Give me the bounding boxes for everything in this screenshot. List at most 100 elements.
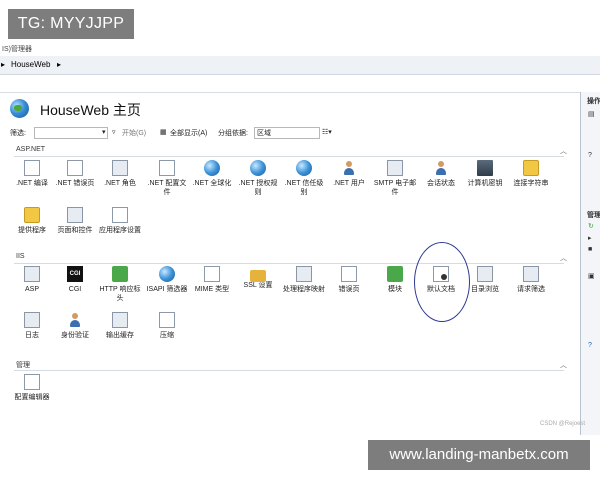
feature-tile-error-page[interactable]: .NET 错误页 [53, 160, 97, 188]
features-view [0, 92, 580, 436]
feature-tile-label: .NET 角色 [104, 180, 136, 187]
authentication-icon [67, 312, 83, 328]
feature-tile-app-settings[interactable]: 应用程序设置 [98, 207, 142, 235]
section-header-aspnet[interactable]: ASP.NET [16, 146, 45, 153]
config-editor-icon [24, 374, 40, 390]
section-header-management[interactable]: 管理 [16, 360, 30, 370]
profile-icon [159, 160, 175, 176]
feature-tile-label: 配置编辑器 [14, 394, 50, 401]
back-arrow-icon[interactable]: ▸ [1, 60, 5, 69]
help-icon[interactable]: ? [588, 152, 592, 159]
feature-tile-isapi[interactable]: ISAPI 筛选器 [145, 266, 189, 294]
feature-tile-smtp[interactable]: SMTP 电子邮件 [373, 160, 417, 197]
breadcrumb-houseweb[interactable]: HouseWeb [11, 60, 50, 69]
pages-controls-icon [67, 207, 83, 223]
breadcrumb-chevron-icon[interactable]: ▸ [57, 60, 61, 69]
feature-tile-mime[interactable]: MIME 类型 [190, 266, 234, 294]
open-feature-icon[interactable]: ▤ [588, 110, 595, 118]
collapse-aspnet-icon[interactable]: ︿ [560, 146, 567, 156]
browse-icon[interactable]: ▣ [588, 272, 595, 280]
feature-tile-users[interactable]: .NET 用户 [327, 160, 371, 188]
session-icon [433, 160, 449, 176]
site-globe-icon [10, 99, 29, 118]
page-title: HouseWeb 主页 [40, 102, 141, 118]
restart-icon[interactable]: ↻ [588, 222, 594, 230]
output-cache-icon [112, 312, 128, 328]
group-by-select[interactable]: 区域 [254, 127, 320, 139]
feature-tile-modules[interactable]: 模块 [373, 266, 417, 294]
collapse-management-icon[interactable]: ︿ [560, 360, 567, 370]
authorization-icon [250, 160, 266, 176]
feature-tile-label: 计算机密钥 [467, 180, 503, 187]
isapi-icon [159, 266, 175, 282]
roles-icon [112, 160, 128, 176]
tg-overlay: TG: MYYJJPP [8, 9, 134, 39]
feature-tile-http-headers[interactable]: HTTP 响应标头 [98, 266, 142, 303]
feature-tile-label: 错误页 [338, 286, 360, 293]
feature-tile-label: 模块 [388, 286, 402, 293]
mime-icon [204, 266, 220, 282]
feature-tile-label: 提供程序 [18, 227, 46, 234]
feature-tile-request-filter[interactable]: 请求筛选 [509, 266, 553, 294]
error-page-icon [67, 160, 83, 176]
collapse-iis-icon[interactable]: ︿ [560, 253, 567, 263]
view-toggle-icon[interactable]: ☷▾ [322, 128, 332, 136]
feature-tile-globe[interactable]: .NET 全球化 [190, 160, 234, 188]
filter-input[interactable] [34, 127, 108, 139]
feature-tile-compression[interactable]: 压缩 [145, 312, 189, 340]
asp-icon [24, 266, 40, 282]
feature-tile-error[interactable]: 错误页 [327, 266, 371, 294]
feature-tile-providers[interactable]: 提供程序 [10, 207, 54, 235]
section-divider [14, 263, 564, 264]
feature-tile-label: 应用程序设置 [99, 227, 141, 234]
filter-dropdown-icon[interactable]: ▾ [102, 128, 106, 136]
feature-tile-machine-key[interactable]: 计算机密钥 [463, 160, 507, 188]
actions-header: 操作 [587, 98, 600, 105]
feature-tile-cgi[interactable]: CGI CGI [53, 266, 97, 294]
feature-tile-label: 页面和控件 [57, 227, 93, 234]
show-all-button[interactable]: 全部显示(A) [170, 128, 207, 138]
feature-tile-handler[interactable]: 处理程序映射 [282, 266, 326, 294]
compression-icon [159, 312, 175, 328]
compile-icon [24, 160, 40, 176]
highlight-circle [414, 242, 470, 322]
feature-tile-label: 输出缓存 [106, 332, 134, 339]
feature-tile-pages-controls[interactable]: 页面和控件 [53, 207, 97, 235]
funnel-icon: ▿ [112, 129, 116, 136]
group-by-label: 分组依据: [218, 130, 248, 137]
machine-key-icon [477, 160, 493, 176]
start-icon[interactable]: ▸ [588, 234, 592, 242]
start-filter-button[interactable]: 开始(G) [122, 128, 146, 138]
feature-tile-session[interactable]: 会话状态 [419, 160, 463, 188]
feature-tile-lock[interactable]: SSL 设置 [236, 266, 280, 290]
stop-icon[interactable]: ■ [588, 246, 592, 253]
feature-tile-trust[interactable]: .NET 信任级别 [282, 160, 326, 197]
trust-icon [296, 160, 312, 176]
feature-tile-authorization[interactable]: .NET 授权规则 [236, 160, 280, 197]
smtp-icon [387, 160, 403, 176]
cgi-icon: CGI [67, 266, 83, 282]
feature-tile-connection-string[interactable]: 连接字符串 [509, 160, 553, 188]
filter-label: 筛选: [10, 130, 26, 137]
feature-tile-profile[interactable]: .NET 配置文件 [145, 160, 189, 197]
filter-bar: 筛选: ▾ ▿ 开始(G) ▦ 全部显示(A) 分组依据: 区域 ☷▾ [10, 126, 568, 140]
manage-header: 管理 [587, 212, 600, 219]
feature-tile-output-cache[interactable]: 输出缓存 [98, 312, 142, 340]
feature-tile-config-editor[interactable]: 配置编辑器 [10, 374, 54, 402]
feature-tile-label: 身份验证 [61, 332, 89, 339]
feature-tile-asp[interactable]: ASP [10, 266, 54, 294]
section-header-iis[interactable]: IIS [16, 253, 25, 260]
feature-tile-logging[interactable]: 日志 [10, 312, 54, 340]
globe-icon [204, 160, 220, 176]
feature-tile-roles[interactable]: .NET 角色 [98, 160, 142, 188]
feature-tile-authentication[interactable]: 身份验证 [53, 312, 97, 340]
address-bar[interactable]: ▸ HouseWeb ▸ [0, 56, 600, 75]
feature-tile-label: ISAPI 筛选器 [146, 286, 188, 293]
url-overlay: www.landing-manbetx.com [368, 440, 590, 470]
watermark: CSDN @Rejoest [540, 421, 586, 427]
feature-tile-compile[interactable]: .NET 编译 [10, 160, 54, 188]
feature-tile-label: SMTP 电子邮件 [373, 180, 417, 196]
app-title: IS)管理器 [2, 46, 32, 53]
info-icon[interactable]: ? [588, 342, 592, 349]
http-headers-icon [112, 266, 128, 282]
